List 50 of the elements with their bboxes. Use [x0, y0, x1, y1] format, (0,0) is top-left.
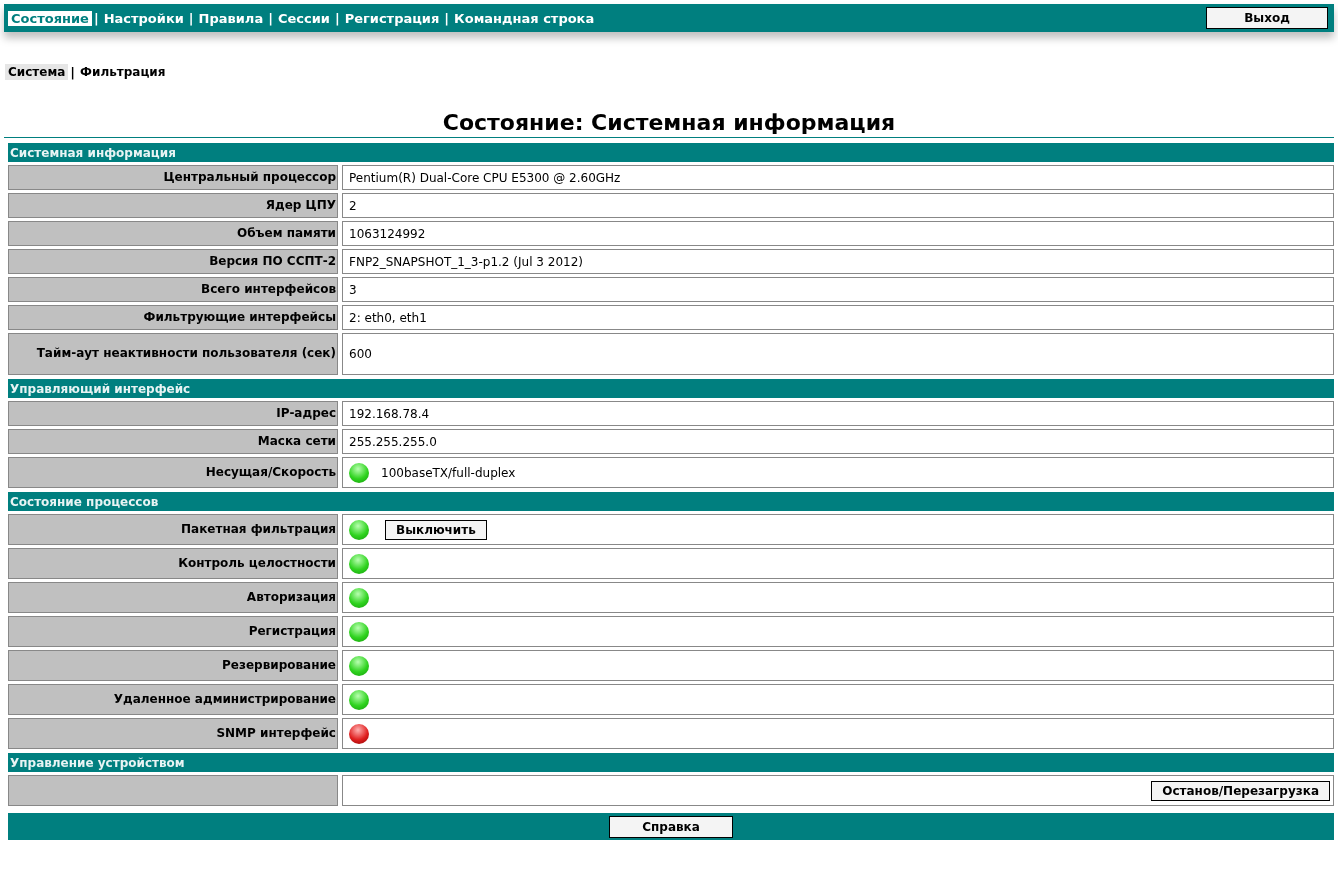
field-label: Версия ПО ССПТ-2 [8, 249, 338, 274]
field-value: 1063124992 [342, 221, 1334, 246]
menu-separator: | [333, 10, 341, 26]
restart-button[interactable]: Останов/Перезагрузка [1151, 780, 1330, 801]
section-header: Состояние процессов [8, 492, 1334, 511]
field-label: Авторизация [8, 582, 338, 613]
field-label: Ядер ЦПУ [8, 193, 338, 218]
menu-separator: | [187, 10, 195, 26]
logout-button[interactable]: Выход [1206, 7, 1328, 29]
field-label: SNMP интерфейс [8, 718, 338, 749]
submenu-tab[interactable]: Фильтрация [77, 64, 169, 80]
field-label: Объем памяти [8, 221, 338, 246]
menu-tab[interactable]: Правила [195, 10, 267, 26]
menu-tab[interactable]: Состояние [8, 10, 92, 26]
disable-button[interactable]: Выключить [385, 519, 487, 540]
field-label: Пакетная фильтрация [8, 514, 338, 545]
field-value: 2 [342, 193, 1334, 218]
field-value: Pentium(R) Dual-Core CPU E5300 @ 2.60GHz [342, 165, 1334, 190]
field-label: Фильтрующие интерфейсы [8, 305, 338, 330]
section-header: Управление устройством [8, 753, 1334, 772]
page-title: Состояние: Системная информация [4, 110, 1334, 138]
menu-tab[interactable]: Регистрация [341, 10, 443, 26]
submenu-tab[interactable]: Система [5, 64, 69, 80]
field-value: 3 [342, 277, 1334, 302]
section-header: Системная информация [8, 143, 1334, 162]
field-label: Резервирование [8, 650, 338, 681]
field-label: Тайм-аут неактивности пользователя (сек) [8, 333, 338, 375]
field-label: Несущая/Скорость [8, 457, 338, 488]
field-label: IP-адрес [8, 401, 338, 426]
menu-tab[interactable]: Командная строка [451, 10, 598, 26]
field-value: FNP2_SNAPSHOT_1_3-p1.2 (Jul 3 2012) [342, 249, 1334, 274]
submenu-separator: | [69, 64, 77, 80]
field-label: Контроль целостности [8, 548, 338, 579]
help-button[interactable]: Справка [609, 815, 733, 838]
field-value: 192.168.78.4 [342, 401, 1334, 426]
menu-tab[interactable]: Сессии [274, 10, 333, 26]
field-label: Регистрация [8, 616, 338, 647]
field-label: Маска сети [8, 429, 338, 454]
menu-separator: | [443, 10, 451, 26]
status-text: 100baseTX/full-duplex [381, 465, 516, 480]
field-value: 255.255.255.0 [342, 429, 1334, 454]
menu-separator: | [267, 10, 274, 26]
field-label: Центральный процессор [8, 165, 338, 190]
field-value: 2: eth0, eth1 [342, 305, 1334, 330]
field-label: Удаленное администрирование [8, 684, 338, 715]
field-value: 600 [342, 333, 1334, 375]
field-label: Всего интерфейсов [8, 277, 338, 302]
section-header: Управляющий интерфейс [8, 379, 1334, 398]
menu-separator: | [92, 10, 100, 26]
menu-tab[interactable]: Настройки [100, 10, 187, 26]
